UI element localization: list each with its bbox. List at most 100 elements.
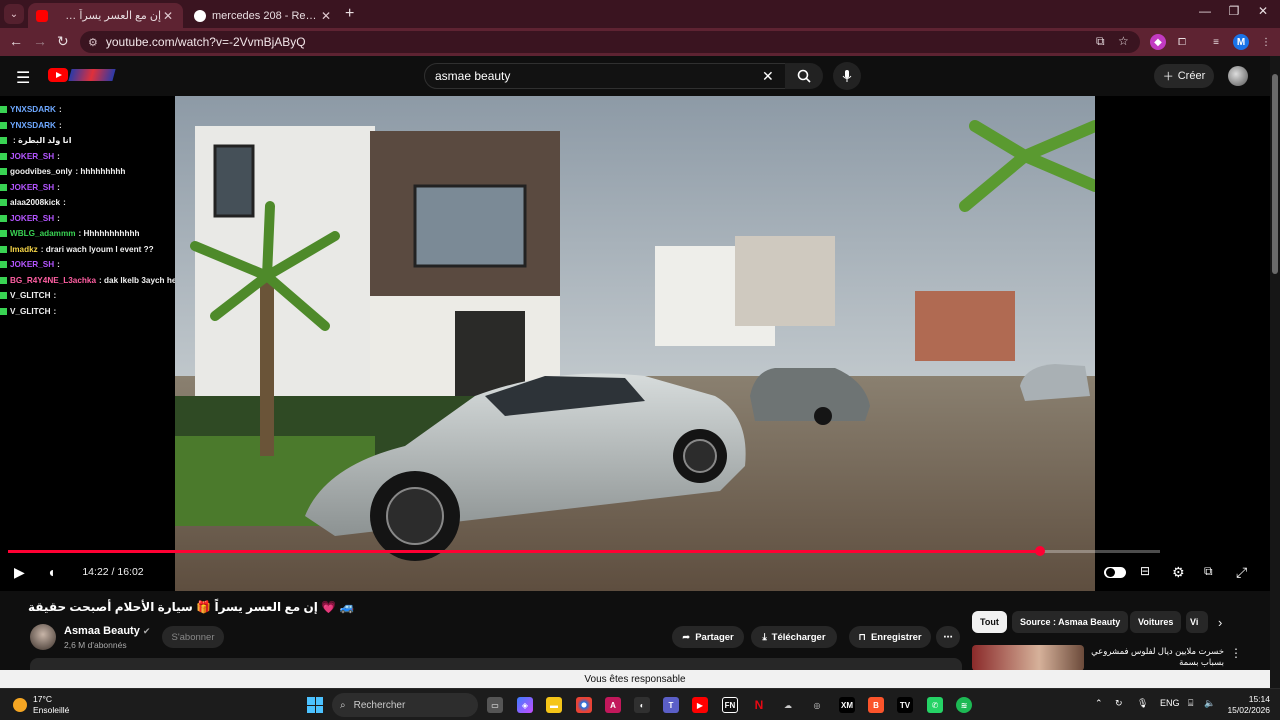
save-button[interactable]: ⊓ Enregistrer [849,626,931,648]
tradingview-icon[interactable]: TV [897,697,913,713]
back-icon[interactable]: ← [9,33,23,49]
reading-list-icon[interactable]: ≡ [1208,34,1224,50]
windows-start-icon[interactable] [307,697,323,713]
app-icon[interactable]: A [605,697,621,713]
whatsapp-icon[interactable]: ✆ [927,697,943,713]
netflix-icon[interactable]: N [751,697,767,713]
play-icon[interactable]: ▶ [14,564,25,581]
menu-icon[interactable]: ☰ [16,68,30,88]
chat-message: goodvibes_only: hhhhhhhhh [0,164,175,180]
chat-message: JOKER_SH: [0,149,175,165]
fullscreen-icon[interactable]: ⤢ [1236,564,1247,581]
install-app-icon[interactable]: ⧉ [1096,34,1105,49]
sun-icon[interactable] [13,698,27,712]
share-button[interactable]: ➦ Partager [672,626,744,648]
search-input[interactable]: asmae beauty [424,63,786,89]
address-bar[interactable]: ⚙ youtube.com/watch?v=-2VvmBjAByQ [80,31,1140,53]
video-frame[interactable] [175,96,1095,591]
network-icon[interactable]: ⌸ [1188,698,1193,709]
chip-all[interactable]: Tout [972,611,1007,633]
new-tab-icon[interactable]: + [345,5,354,23]
youtube-doodle[interactable] [68,69,116,81]
app-icon[interactable]: ☁ [780,697,796,713]
chat-username: BG_R4Y4NE_L3achka [10,275,97,285]
app-icon[interactable]: ◐ [634,697,650,713]
create-button[interactable]: ＋ Créer [1154,64,1214,88]
youtube-logo-icon[interactable] [48,68,68,82]
teams-icon[interactable]: T [663,697,679,713]
tab-google-search[interactable]: mercedes 208 - Recherche Goo ✕ [186,3,341,28]
speaker-icon[interactable]: 🔈 [1204,698,1215,709]
brave-icon[interactable]: B [868,697,884,713]
task-view-icon[interactable]: ▭ [487,697,503,713]
page-scrollbar[interactable] [1270,56,1280,688]
video-player[interactable]: YNXSDARK: YNXSDARK:: انا ولد البطرة JOKER_… [0,96,1270,591]
chrome-icon[interactable] [576,697,592,713]
progress-bar[interactable] [8,546,1160,556]
share-label: Partager [695,631,734,643]
xm-icon[interactable]: XM [839,697,855,713]
channel-name[interactable]: Asmaa Beauty ✔ [64,625,150,637]
language-indicator[interactable]: ENG [1160,698,1180,708]
restore-icon[interactable]: ❐ [1219,4,1249,18]
chevron-right-icon[interactable]: › [1218,615,1222,630]
scrollbar-thumb[interactable] [1272,74,1278,274]
kick-badge-icon [0,168,7,176]
close-tab-icon[interactable]: ✕ [319,9,333,23]
app-icon[interactable]: ◎ [809,697,825,713]
account-avatar[interactable] [1228,66,1248,86]
forward-icon[interactable]: → [33,33,47,49]
subtitles-icon[interactable]: ⊟ [1140,564,1150,578]
close-window-icon[interactable]: ✕ [1248,4,1278,18]
description-box[interactable] [30,658,962,670]
recommendation-menu-icon[interactable]: ⋮ [1230,646,1242,660]
volume-icon[interactable]: ◖ [47,564,55,580]
site-info-icon[interactable]: ⚙ [88,36,98,49]
tab-youtube[interactable]: إن مع العسر يسراً 🎁 سيارة الأحلا ✕ [28,3,183,28]
weather-widget[interactable]: 17°C Ensoleillé [33,694,69,716]
chip-more[interactable]: Vi [1186,611,1208,633]
system-clock[interactable]: 15:14 15/02/2026 [1224,694,1270,716]
minimize-icon[interactable]: — [1190,4,1220,18]
miniplayer-icon[interactable]: ⧉ [1204,564,1213,579]
chip-source[interactable]: Source : Asmaa Beauty [1012,611,1129,633]
file-explorer-icon[interactable]: ▬ [546,697,562,713]
download-button[interactable]: ⤓ Télécharger [751,626,837,648]
youtube-favicon-icon [36,9,48,22]
profile-avatar[interactable]: M [1233,34,1249,50]
recommended-thumbnail[interactable] [972,645,1084,671]
scrubber-handle[interactable] [1034,546,1045,556]
close-tab-icon[interactable]: ✕ [161,9,175,23]
app-icon[interactable]: FN [722,697,738,713]
copilot-icon[interactable]: ◈ [517,697,533,713]
taskbar-search[interactable]: ⌕ Rechercher [332,693,478,717]
settings-gear-icon[interactable]: ⚙ [1172,564,1185,581]
reload-icon[interactable]: ↻ [57,33,69,50]
microphone-icon[interactable]: 🎙 [1137,698,1148,709]
youtube-icon[interactable]: ▶ [692,697,708,713]
autoplay-toggle[interactable] [1104,567,1126,578]
tray-overflow-icon[interactable]: ⌃ [1095,698,1103,709]
subscribe-label: S'abonner [171,631,215,643]
tray-app-icon[interactable]: ↻ [1115,698,1123,709]
create-label: Créer [1177,70,1206,82]
notice-text: Vous êtes responsable [584,673,686,685]
tab-search-button[interactable]: ⌄ [4,4,24,24]
clear-search-icon[interactable]: ✕ [762,68,774,85]
bookmark-star-icon[interactable]: ☆ [1118,34,1129,48]
extension-icon[interactable]: ◆ [1150,34,1166,50]
chrome-menu-icon[interactable]: ⋮ [1258,34,1274,50]
recommended-title[interactable]: خسرت ملايين ديال لفلوس فمشروعي بسباب بسم… [1090,646,1224,670]
voice-search-button[interactable] [833,62,861,90]
temperature: 17°C [33,694,52,704]
more-actions-button[interactable]: ⋯ [936,626,960,648]
search-button[interactable] [785,63,823,89]
kick-badge-icon [0,245,7,253]
chip-cars[interactable]: Voitures [1130,611,1182,633]
channel-avatar[interactable] [30,624,56,650]
kick-badge-icon [0,307,7,315]
chat-message: JOKER_SH: [0,257,175,273]
extensions-puzzle-icon[interactable]: ⧠ [1174,34,1190,50]
subscribe-button[interactable]: S'abonner [162,626,224,648]
spotify-icon[interactable]: ≋ [956,697,972,713]
